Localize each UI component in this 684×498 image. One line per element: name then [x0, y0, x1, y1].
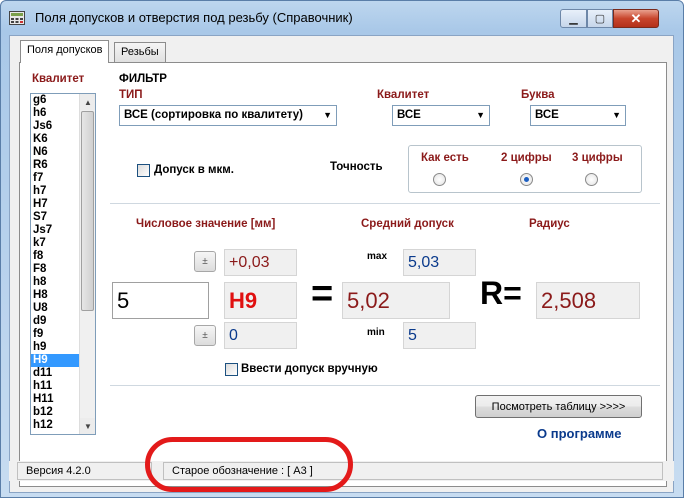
tolerance-code-field: H9: [224, 282, 297, 319]
kvalitet-listbox[interactable]: g6 h6 Js6 K6 N6 R6 f7 h7 H7 S7 Js7 k7 f8 F8 h8 H8 U8 d9 f9…: [30, 93, 96, 435]
divider: [110, 203, 660, 204]
precision-3-label: 3 цифры: [572, 152, 623, 164]
kvalitet-list-label: Квалитет: [32, 73, 85, 85]
type-label: ТИП: [119, 89, 143, 101]
version-pane: Версия 4.2.0: [17, 462, 152, 480]
upper-deviation-field[interactable]: +0,03: [224, 249, 297, 276]
precision-2-label: 2 цифры: [501, 152, 552, 164]
mid-tolerance-label: Средний допуск: [361, 218, 454, 230]
client-area: Поля допусков Резьбы Квалитет g6 h6 Js6 K6 N…: [9, 35, 674, 493]
type-combo[interactable]: ВСЕ (сортировка по квалитету) ▼: [119, 105, 337, 126]
about-link[interactable]: О программе: [537, 426, 622, 441]
list-scrollbar[interactable]: ▲ ▼: [79, 94, 95, 434]
close-icon: ✕: [630, 10, 642, 26]
upper-pm-button[interactable]: ±: [194, 251, 216, 272]
precision-as-is-label: Как есть: [421, 152, 469, 164]
filter-title: ФИЛЬТР: [119, 73, 167, 85]
minimize-button[interactable]: ▁: [560, 9, 587, 28]
lower-deviation-field[interactable]: 0: [224, 322, 297, 349]
max-value-field: 5,03: [403, 249, 476, 276]
letter-label: Буква: [521, 89, 555, 101]
lower-pm-button[interactable]: ±: [194, 325, 216, 346]
precision-as-is-radio[interactable]: [433, 173, 446, 186]
numeric-value-label: Числовое значение [мм]: [136, 218, 276, 230]
precision-3-radio[interactable]: [585, 173, 598, 186]
scroll-thumb[interactable]: [81, 111, 94, 311]
radius-symbol: R=: [480, 275, 522, 311]
kvalitet-filter-label: Квалитет: [377, 89, 430, 101]
close-button[interactable]: ✕: [613, 9, 659, 28]
tolerance-mkm-checkbox[interactable]: [137, 164, 150, 177]
kvalitet-combo-value: ВСЕ: [397, 109, 421, 121]
letter-combo[interactable]: ВСЕ ▼: [530, 105, 626, 126]
radius-label: Радиус: [529, 218, 570, 230]
precision-label: Точность: [330, 161, 383, 173]
window-title: Поля допусков и отверстия под резьбу (Сп…: [35, 10, 353, 25]
type-combo-value: ВСЕ (сортировка по квалитету): [124, 109, 303, 121]
tab-panel: Квалитет g6 h6 Js6 K6 N6 R6 f7 h7 H7 S7 Js7 k7 f8 F8 h…: [19, 62, 667, 487]
scroll-down-icon[interactable]: ▼: [80, 418, 95, 434]
title-bar[interactable]: Поля допусков и отверстия под резьбу (Сп…: [1, 1, 683, 35]
scroll-up-icon[interactable]: ▲: [80, 94, 95, 110]
tab-tolerance-fields[interactable]: Поля допусков: [20, 40, 110, 63]
app-window: Поля допусков и отверстия под резьбу (Сп…: [0, 0, 684, 498]
maximize-icon: ▢: [594, 13, 606, 25]
equals-sign: =: [311, 273, 334, 315]
kvalitet-combo[interactable]: ВСЕ ▼: [392, 105, 490, 126]
min-label: min: [367, 327, 385, 338]
chevron-down-icon: ▼: [476, 110, 485, 120]
chevron-down-icon: ▼: [612, 110, 621, 120]
annotation-ellipse: [145, 437, 353, 492]
tolerance-mkm-label: Допуск в мкм.: [154, 164, 234, 176]
max-label: max: [367, 251, 388, 262]
divider: [110, 385, 660, 386]
minimize-icon: ▁: [569, 13, 578, 25]
calculator-icon: [9, 11, 25, 25]
letter-combo-value: ВСЕ: [535, 109, 559, 121]
radius-value-field: 2,508: [536, 282, 640, 319]
manual-entry-checkbox[interactable]: [225, 363, 238, 376]
nominal-input[interactable]: 5: [112, 282, 209, 319]
maximize-button[interactable]: ▢: [587, 9, 613, 28]
chevron-down-icon: ▼: [323, 110, 332, 120]
mid-value-field: 5,02: [342, 282, 450, 319]
min-value-field: 5: [403, 322, 476, 349]
view-table-button[interactable]: Посмотреть таблицу >>>>: [475, 395, 642, 418]
tab-threads[interactable]: Резьбы: [114, 42, 166, 62]
precision-2-radio[interactable]: [520, 173, 533, 186]
manual-entry-label: Ввести допуск вручную: [241, 363, 378, 375]
